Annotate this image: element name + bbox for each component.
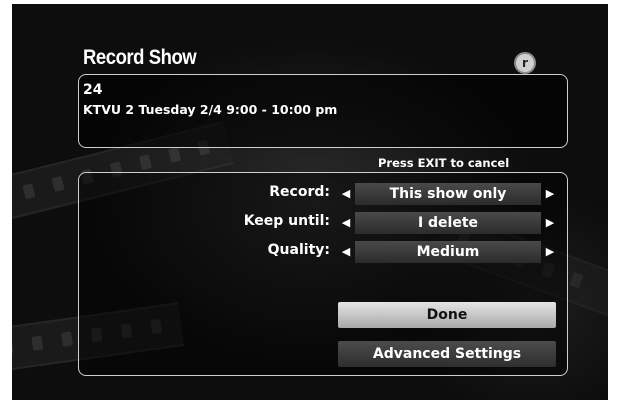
keep-until-selector[interactable]: ◀ I delete ▶ — [339, 212, 557, 234]
left-arrow-icon[interactable]: ◀ — [339, 183, 353, 205]
left-arrow-icon[interactable]: ◀ — [339, 212, 353, 234]
dialog-title: Record Show — [83, 46, 197, 69]
tivo-r-icon: r — [514, 52, 536, 74]
right-arrow-icon[interactable]: ▶ — [543, 212, 557, 234]
left-arrow-icon[interactable]: ◀ — [339, 241, 353, 263]
keep-until-value: I delete — [355, 212, 541, 234]
record-value: This show only — [355, 183, 541, 205]
show-name: 24 — [83, 82, 103, 98]
show-details: KTVU 2 Tuesday 2/4 9:00 - 10:00 pm — [83, 102, 338, 117]
quality-option-label: Quality: — [267, 242, 330, 258]
quality-selector[interactable]: ◀ Medium ▶ — [339, 241, 557, 263]
right-arrow-icon[interactable]: ▶ — [543, 183, 557, 205]
right-arrow-icon[interactable]: ▶ — [543, 241, 557, 263]
record-selector[interactable]: ◀ This show only ▶ — [339, 183, 557, 205]
advanced-settings-button[interactable]: Advanced Settings — [338, 341, 556, 367]
done-button[interactable]: Done — [338, 302, 556, 328]
record-option-label: Record: — [269, 184, 330, 200]
quality-value: Medium — [355, 241, 541, 263]
keep-until-option-label: Keep until: — [243, 213, 330, 229]
cancel-hint: Press EXIT to cancel — [378, 156, 510, 170]
tv-screen: Record Show r 24 KTVU 2 Tuesday 2/4 9:00… — [12, 4, 608, 400]
